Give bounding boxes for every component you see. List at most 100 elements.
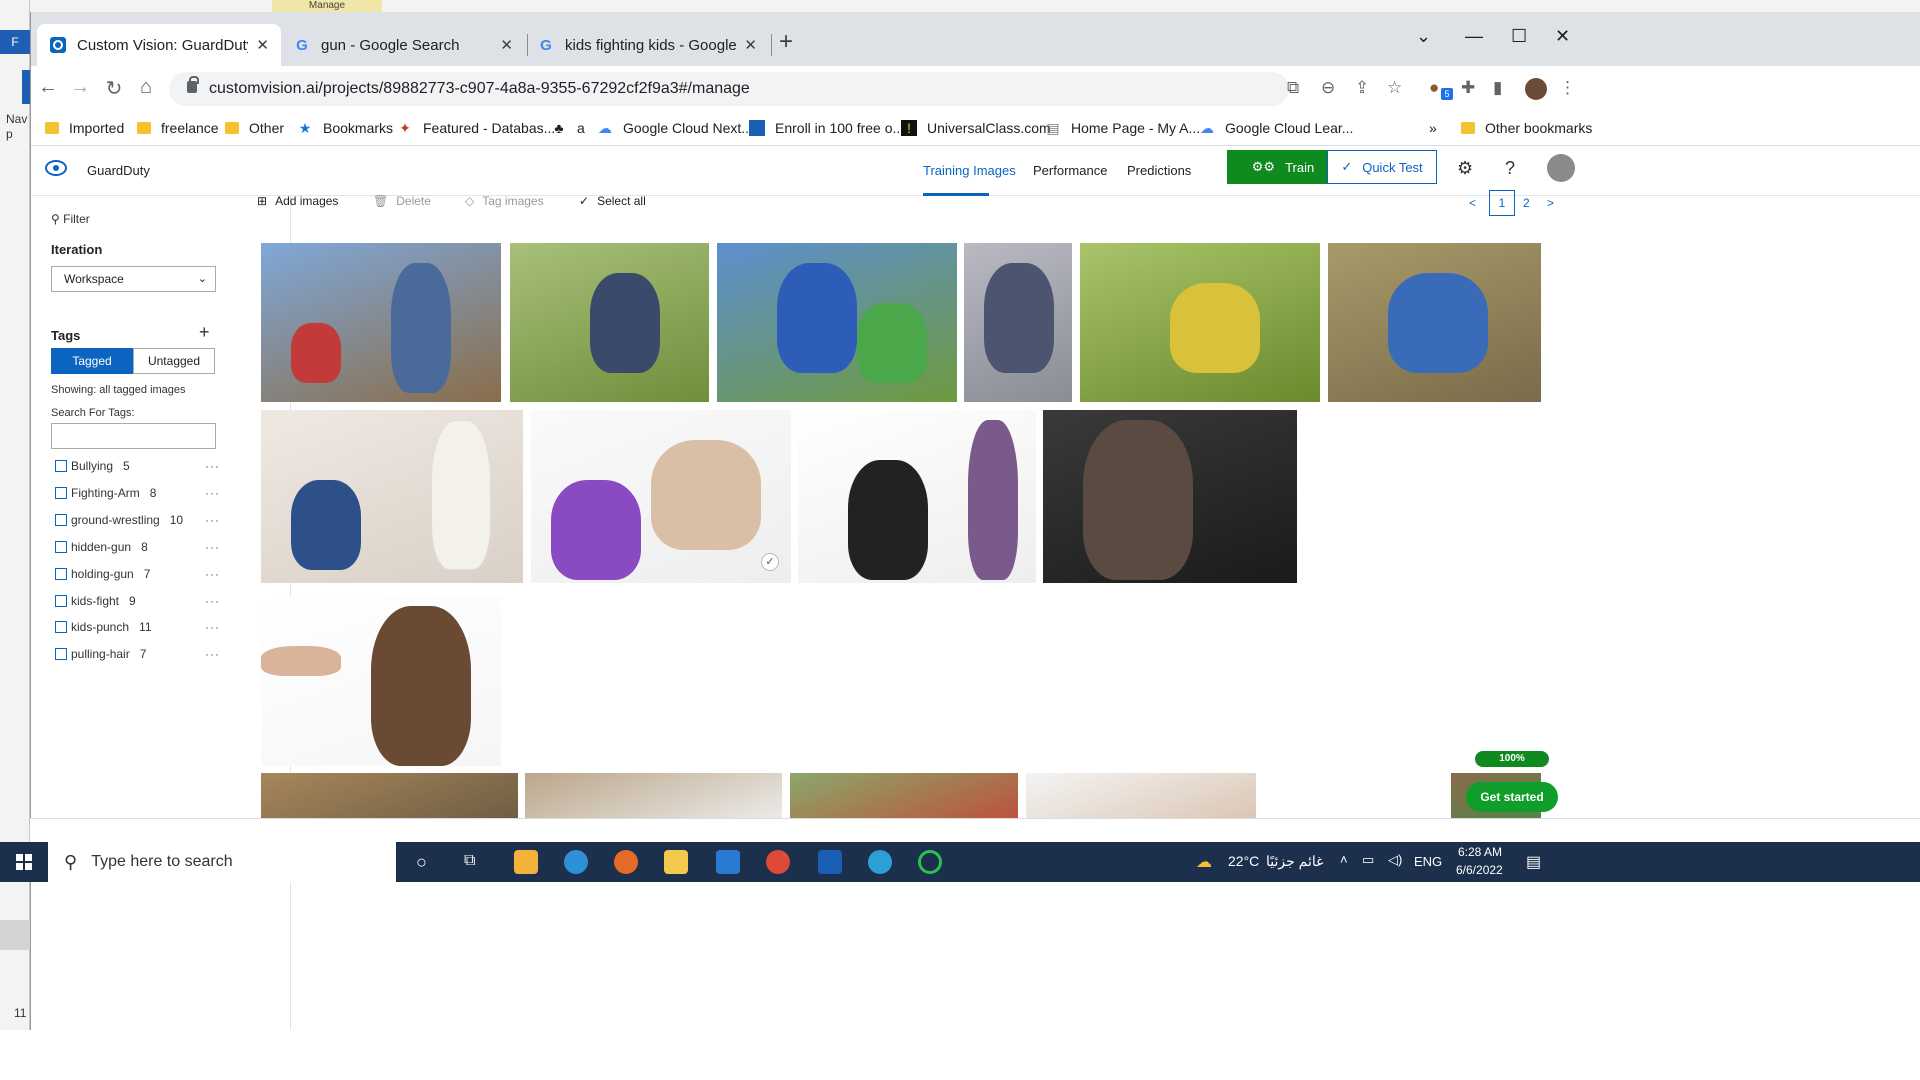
tag-images-button[interactable]: ◇ Tag images bbox=[465, 194, 544, 208]
training-image[interactable]: ✓ bbox=[531, 410, 791, 583]
cortana-icon[interactable]: ○ bbox=[416, 852, 427, 873]
tag-row[interactable]: hidden-gun 8 ··· bbox=[55, 539, 220, 555]
bookmark-universalclass[interactable]: ! UniversalClass.com bbox=[901, 120, 1051, 136]
nav-predictions[interactable]: Predictions bbox=[1127, 163, 1191, 178]
tab-gun-search[interactable]: G gun - Google Search ✕ bbox=[281, 24, 525, 66]
tag-row[interactable]: kids-punch 11 ··· bbox=[55, 619, 220, 635]
weather-desc[interactable]: غائم جزئيًا bbox=[1266, 853, 1323, 870]
tag-more-icon[interactable]: ··· bbox=[205, 647, 220, 661]
address-bar[interactable]: customvision.ai/projects/89882773-c907-4… bbox=[169, 72, 1402, 106]
mail-icon[interactable] bbox=[716, 850, 740, 874]
minimize-icon[interactable]: — bbox=[1465, 26, 1483, 47]
training-image[interactable] bbox=[798, 410, 1036, 583]
zoom-icon[interactable]: ⊖ bbox=[1321, 78, 1335, 98]
network-icon[interactable]: ▭ bbox=[1362, 852, 1374, 868]
clock-date[interactable]: 6/6/2022 bbox=[1456, 863, 1503, 877]
filter-button[interactable]: ⚲ Filter bbox=[51, 212, 90, 226]
bookmarks-overflow-chevron[interactable]: » bbox=[1429, 120, 1437, 136]
bookmark-other-bookmarks[interactable]: Other bookmarks bbox=[1461, 120, 1592, 136]
volume-icon[interactable]: ◁) bbox=[1388, 852, 1402, 868]
tag-more-icon[interactable]: ··· bbox=[205, 459, 220, 473]
tag-checkbox[interactable] bbox=[55, 541, 67, 553]
tag-more-icon[interactable]: ··· bbox=[205, 486, 220, 500]
pager-page-1[interactable]: 1 bbox=[1489, 190, 1515, 216]
back-arrow-icon[interactable]: ← bbox=[35, 76, 61, 99]
close-icon[interactable]: ✕ bbox=[500, 36, 513, 54]
bookmark-bookmarks[interactable]: ★ Bookmarks bbox=[297, 120, 393, 137]
bookmark-a[interactable]: ♣ a bbox=[551, 120, 584, 136]
tab-custom-vision[interactable]: Custom Vision: GuardDuty - Train ✕ bbox=[37, 24, 281, 66]
file-explorer-icon[interactable] bbox=[664, 850, 688, 874]
clock-time[interactable]: 6:28 AM bbox=[1458, 845, 1502, 859]
tag-more-icon[interactable]: ··· bbox=[205, 567, 220, 581]
window-close-icon[interactable]: ✕ bbox=[1555, 26, 1570, 47]
outlook-icon[interactable] bbox=[818, 850, 842, 874]
bookmark-other[interactable]: Other bbox=[225, 120, 284, 136]
training-image[interactable] bbox=[510, 243, 709, 402]
training-image[interactable] bbox=[964, 243, 1072, 402]
tag-checkbox[interactable] bbox=[55, 595, 67, 607]
tab-kids-fighting-search[interactable]: G kids fighting kids - Google Search ✕ bbox=[525, 24, 769, 66]
edge-icon[interactable] bbox=[564, 850, 588, 874]
pager-next[interactable]: > bbox=[1547, 196, 1554, 210]
side-panel-icon[interactable]: ▮ bbox=[1493, 78, 1502, 98]
forward-arrow-icon[interactable]: → bbox=[67, 76, 93, 99]
training-image[interactable] bbox=[1080, 243, 1320, 402]
tag-row[interactable]: pulling-hair 7 ··· bbox=[55, 646, 220, 662]
training-image[interactable] bbox=[717, 243, 957, 402]
weather-temp[interactable]: 22°C bbox=[1228, 853, 1259, 869]
chevron-up-icon[interactable]: ˄ bbox=[1340, 852, 1348, 867]
eye-logo-icon[interactable] bbox=[45, 160, 67, 176]
tag-more-icon[interactable]: ··· bbox=[205, 620, 220, 634]
tagged-toggle[interactable]: Tagged bbox=[51, 348, 133, 374]
tag-more-icon[interactable]: ··· bbox=[205, 540, 220, 554]
taskbar-search-box[interactable]: ⚲ Type here to search bbox=[48, 842, 396, 882]
help-question-icon[interactable]: ? bbox=[1505, 158, 1515, 179]
bookmark-google-cloud-next[interactable]: ☁ Google Cloud Next... bbox=[597, 120, 753, 137]
delete-button[interactable]: 🗑 Delete bbox=[373, 194, 431, 208]
reload-icon[interactable]: ↻ bbox=[101, 76, 127, 101]
close-icon[interactable]: ✕ bbox=[256, 36, 269, 54]
extensions-puzzle-icon[interactable]: ✚ bbox=[1461, 78, 1475, 98]
training-image[interactable] bbox=[261, 243, 501, 402]
language-indicator[interactable]: ENG bbox=[1414, 854, 1442, 869]
training-image[interactable] bbox=[261, 596, 501, 766]
new-tab-plus-icon[interactable]: + bbox=[779, 30, 793, 54]
share-icon[interactable]: ⇪ bbox=[1355, 78, 1369, 98]
tag-row[interactable]: holding-gun 7 ··· bbox=[55, 566, 220, 582]
bookmark-google-cloud-learn[interactable]: ☁ Google Cloud Lear... bbox=[1199, 120, 1353, 137]
training-image[interactable] bbox=[1043, 410, 1297, 583]
tag-checkbox[interactable] bbox=[55, 487, 67, 499]
profile-avatar[interactable] bbox=[1525, 78, 1547, 100]
nav-training-images[interactable]: Training Images bbox=[923, 163, 1016, 178]
get-started-button[interactable]: Get started bbox=[1466, 782, 1558, 812]
tag-more-icon[interactable]: ··· bbox=[205, 513, 220, 527]
tag-row[interactable]: Bullying 5 ··· bbox=[55, 458, 220, 474]
nav-performance[interactable]: Performance bbox=[1033, 163, 1107, 178]
firefox-icon[interactable] bbox=[614, 850, 638, 874]
select-all-button[interactable]: ✓ Select all bbox=[579, 194, 646, 208]
windows-start-icon[interactable] bbox=[16, 854, 32, 870]
tag-checkbox[interactable] bbox=[55, 460, 67, 472]
untagged-toggle[interactable]: Untagged bbox=[133, 348, 215, 374]
tag-more-icon[interactable]: ··· bbox=[205, 594, 220, 608]
loading-app-icon[interactable] bbox=[918, 850, 942, 874]
task-view-icon[interactable]: ⧉ bbox=[464, 852, 475, 870]
bookmark-imported[interactable]: Imported bbox=[45, 120, 124, 136]
pager-page-2[interactable]: 2 bbox=[1523, 196, 1530, 210]
tag-row[interactable]: ground-wrestling 10 ··· bbox=[55, 512, 220, 528]
star-bookmark-icon[interactable]: ☆ bbox=[1387, 78, 1402, 98]
home-icon[interactable]: ⌂ bbox=[133, 76, 159, 99]
training-image[interactable] bbox=[261, 410, 523, 583]
maximize-icon[interactable]: ☐ bbox=[1511, 26, 1527, 47]
tag-checkbox[interactable] bbox=[55, 621, 67, 633]
search-tags-input[interactable] bbox=[51, 423, 216, 449]
add-images-button[interactable]: ⊞ Add images bbox=[257, 194, 338, 208]
docker-icon[interactable] bbox=[868, 850, 892, 874]
menu-kebab-icon[interactable]: ⋮ bbox=[1559, 78, 1576, 98]
notification-icon[interactable]: ▤ bbox=[1526, 852, 1541, 872]
add-tag-plus-icon[interactable]: + bbox=[199, 322, 210, 343]
iteration-dropdown[interactable]: Workspace ⌄ bbox=[51, 266, 216, 292]
user-avatar[interactable] bbox=[1547, 154, 1575, 182]
translate-icon[interactable]: ⧉ bbox=[1287, 78, 1299, 98]
